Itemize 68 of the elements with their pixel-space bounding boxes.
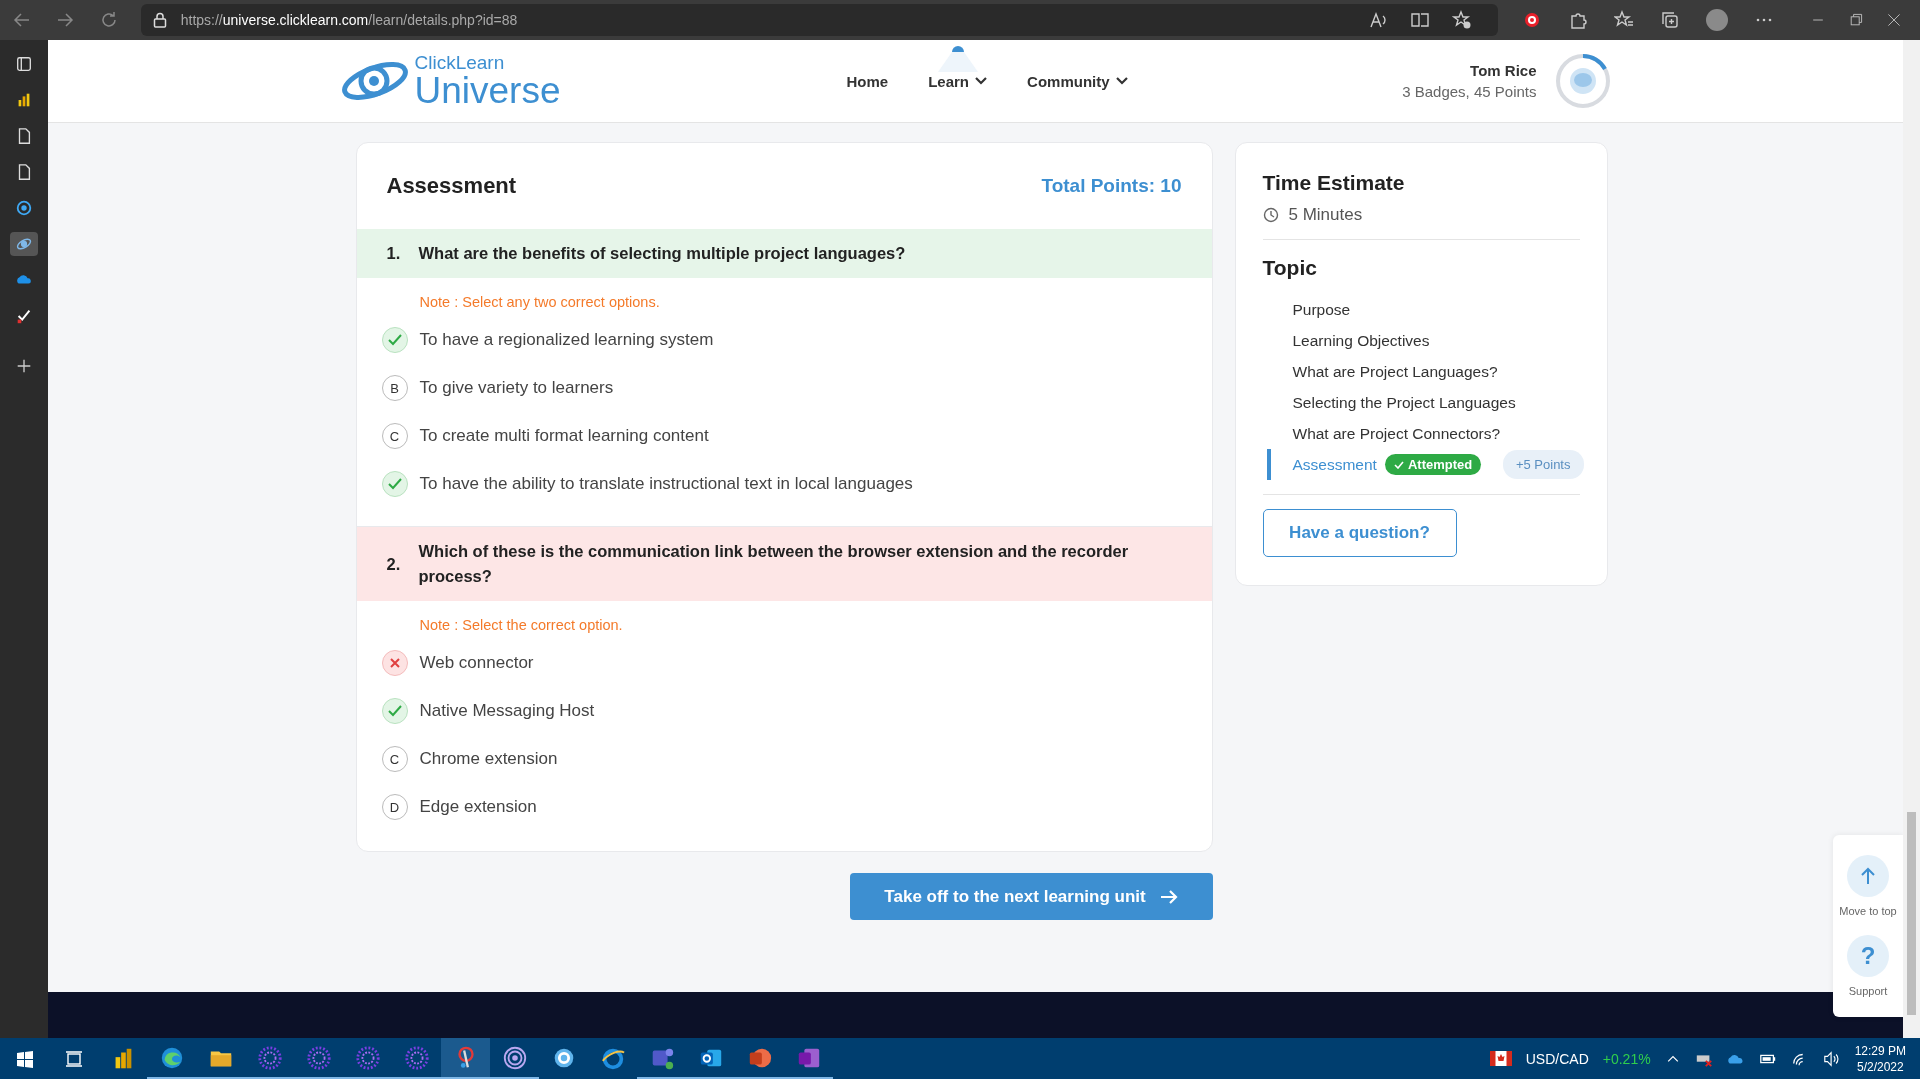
question-bar: 1. What are the benefits of selecting multiple project languages? bbox=[356, 229, 1212, 278]
option-letter: C bbox=[381, 423, 408, 449]
support-label: Support bbox=[1848, 985, 1888, 997]
option-text: To give variety to learners bbox=[419, 378, 614, 398]
topic-link[interactable]: Learning Objectives bbox=[1292, 331, 1430, 350]
favorite-add-icon[interactable] bbox=[1452, 10, 1472, 30]
note-text: Note : Select any two correct options. bbox=[419, 294, 661, 310]
option-text: Edge extension bbox=[419, 797, 537, 817]
chevron-down-icon bbox=[1115, 77, 1128, 85]
scrollbar[interactable] bbox=[1903, 40, 1920, 1038]
puzzle-icon[interactable] bbox=[1568, 10, 1588, 30]
ticker-change: +0.21% bbox=[1602, 1050, 1651, 1067]
option-text: To have the ability to translate instructional text in local languages bbox=[419, 474, 913, 494]
option-text: Chrome extension bbox=[419, 749, 558, 769]
clock-icon bbox=[1262, 207, 1279, 223]
topic-link[interactable]: Assessment bbox=[1292, 455, 1377, 474]
profile-avatar[interactable] bbox=[1706, 9, 1728, 31]
option-text: To create multi format learning content bbox=[419, 426, 709, 446]
card-title: Assessment bbox=[386, 173, 517, 199]
total-points: Total Points: 10 bbox=[1041, 175, 1182, 197]
logo-text: ClickLearn bbox=[414, 53, 506, 72]
chevron-down-icon bbox=[975, 77, 988, 85]
card-title: Time Estimate bbox=[1262, 171, 1406, 195]
topic-link[interactable]: Purpose bbox=[1292, 300, 1351, 319]
task-view-icon[interactable] bbox=[63, 1048, 84, 1069]
clock-date: 5/2/2022 bbox=[1855, 1058, 1905, 1075]
logo-text: Universe bbox=[414, 72, 561, 109]
target-icon[interactable] bbox=[1522, 10, 1542, 30]
read-aloud-icon[interactable] bbox=[1368, 10, 1388, 30]
topic-link[interactable]: Selecting the Project Languages bbox=[1292, 393, 1516, 412]
windows-icon[interactable] bbox=[14, 1048, 35, 1069]
option-text: Native Messaging Host bbox=[419, 701, 595, 721]
question-bar: 2. Which of these is the communication link between the browser extension and the recorder process? bbox=[356, 527, 1212, 601]
volume-icon[interactable] bbox=[1822, 1049, 1841, 1068]
note-text: Note : Select the correct option. bbox=[419, 617, 624, 633]
move-to-top-button[interactable]: Move to top bbox=[1839, 855, 1897, 917]
favorites-icon[interactable] bbox=[1614, 10, 1634, 30]
topic-link[interactable]: What are Project Languages? bbox=[1292, 362, 1498, 381]
points-badge: +5 Points bbox=[1502, 450, 1584, 479]
arrow-right-icon bbox=[1159, 889, 1178, 904]
user-name: Tom Rice bbox=[1469, 62, 1537, 79]
ticker-text: USD/CAD bbox=[1525, 1050, 1589, 1067]
collections-icon[interactable] bbox=[1660, 10, 1680, 30]
address-bar[interactable]: https://universe.clicklearn.com/learn/details.php?id=88 bbox=[140, 4, 1498, 36]
avatar-icon[interactable] bbox=[1554, 53, 1611, 109]
attempted-badge: Attempted bbox=[1384, 454, 1482, 475]
option-letter: C bbox=[381, 746, 408, 772]
restore-icon[interactable] bbox=[1848, 12, 1864, 28]
topic-link[interactable]: What are Project Connectors? bbox=[1292, 424, 1501, 443]
option-letter: B bbox=[381, 375, 408, 401]
lock-icon bbox=[152, 12, 167, 28]
option-letter: D bbox=[381, 794, 408, 820]
flag-icon bbox=[1489, 1051, 1512, 1066]
time-estimate: 5 Minutes bbox=[1288, 205, 1363, 225]
option-text: To have a regionalized learning system bbox=[419, 330, 714, 350]
option-text: Web connector bbox=[419, 653, 534, 673]
nav-link[interactable]: Learn bbox=[908, 40, 1008, 122]
user-stats: 3 Badges, 45 Points bbox=[1402, 83, 1537, 100]
nav-link[interactable]: Home bbox=[826, 40, 909, 122]
recorder-icon[interactable] bbox=[441, 1038, 490, 1079]
url-text: https://universe.clicklearn.com/learn/details.php?id=88 bbox=[180, 12, 518, 28]
nav-link[interactable]: Community bbox=[1007, 40, 1148, 122]
reader-icon[interactable] bbox=[1410, 10, 1430, 30]
close-icon[interactable] bbox=[1886, 12, 1902, 28]
arrow-up-icon bbox=[1860, 867, 1876, 885]
planet-icon[interactable] bbox=[10, 232, 38, 256]
clock-time: 12:29 PM bbox=[1854, 1042, 1906, 1059]
card-title: Topic bbox=[1262, 256, 1318, 280]
